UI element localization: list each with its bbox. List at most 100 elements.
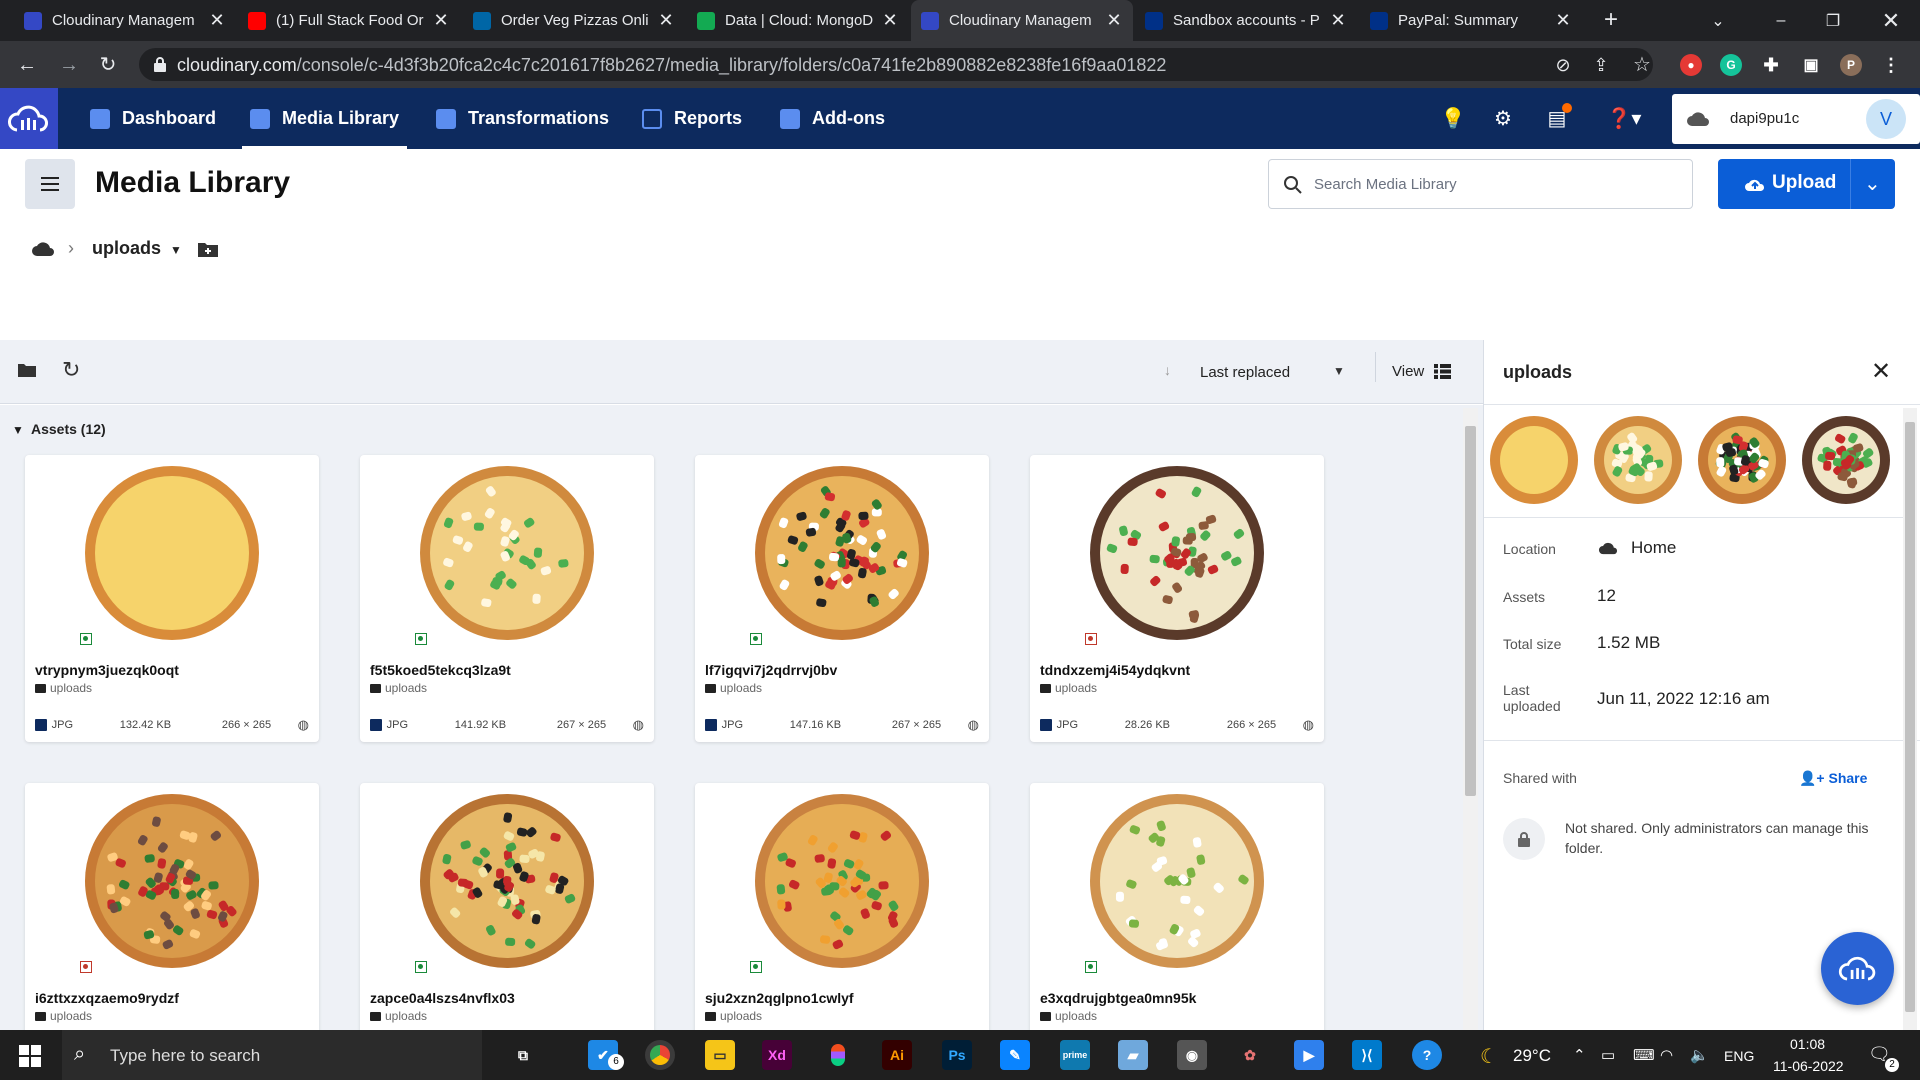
- asset-card[interactable]: zapce0a4lszs4nvflx03 uploads: [360, 783, 654, 1030]
- grid-scrollbar[interactable]: [1463, 408, 1478, 1030]
- feather-app-icon[interactable]: ✎: [1000, 1040, 1030, 1070]
- close-panel-icon[interactable]: ✕: [1871, 357, 1891, 386]
- address-bar[interactable]: cloudinary.com/console/c-4d3f3b20fca2c4c…: [139, 48, 1653, 81]
- close-tab-icon[interactable]: ✕: [208, 10, 226, 31]
- clock-date[interactable]: 11-06-2022: [1773, 1058, 1844, 1074]
- browser-tab[interactable]: Cloudinary Managem ✕: [911, 0, 1133, 41]
- nav-add-ons[interactable]: Add-ons: [780, 88, 885, 149]
- close-tab-icon[interactable]: ✕: [1105, 10, 1123, 31]
- browser-tab[interactable]: Data | Cloud: MongoD ✕: [687, 0, 909, 41]
- asset-name[interactable]: e3xqdrujgbtgea0mn95k: [1040, 990, 1196, 1006]
- asset-folder[interactable]: uploads: [1040, 1009, 1097, 1023]
- location-value[interactable]: Home: [1631, 538, 1676, 558]
- asset-card[interactable]: e3xqdrujgbtgea0mn95k uploads: [1030, 783, 1324, 1030]
- chrome-menu-icon[interactable]: ⋮: [1880, 54, 1902, 76]
- folder-preview-thumbnail[interactable]: [1592, 414, 1684, 509]
- language-indicator[interactable]: ENG: [1724, 1048, 1754, 1064]
- folder-dropdown-icon[interactable]: ▼: [170, 243, 182, 257]
- network-icon[interactable]: ⌨: [1633, 1046, 1655, 1064]
- vscode-icon[interactable]: ⟩⟨: [1352, 1040, 1382, 1070]
- battery-icon[interactable]: ▭: [1601, 1046, 1615, 1064]
- back-icon[interactable]: ←: [13, 51, 41, 79]
- asset-folder[interactable]: uploads: [370, 1009, 427, 1023]
- public-globe-icon[interactable]: ◍: [298, 717, 309, 733]
- cloudinary-logo[interactable]: [0, 88, 58, 149]
- pizza-thumbnail[interactable]: [1077, 463, 1277, 643]
- panel-scrollbar[interactable]: [1903, 408, 1917, 1030]
- windows-start-icon[interactable]: [19, 1045, 41, 1067]
- pizza-thumbnail[interactable]: [407, 791, 607, 971]
- folder-preview-thumbnail[interactable]: [1696, 414, 1788, 509]
- chat-support-button[interactable]: [1821, 932, 1894, 1005]
- home-cloud-icon[interactable]: [31, 240, 55, 257]
- asset-name[interactable]: i6zttxzxqzaemo9rydzf: [35, 990, 179, 1006]
- forward-icon[interactable]: →: [55, 51, 83, 79]
- help-app-icon[interactable]: ?: [1412, 1040, 1442, 1070]
- app-icon-blue[interactable]: ▶: [1294, 1040, 1324, 1070]
- prime-video-icon[interactable]: prime: [1060, 1040, 1090, 1070]
- volume-icon[interactable]: 🔈: [1690, 1046, 1709, 1064]
- camera-icon[interactable]: ◉: [1177, 1040, 1207, 1070]
- asset-card[interactable]: sju2xzn2qglpno1cwlyf uploads: [695, 783, 989, 1030]
- asset-folder[interactable]: uploads: [370, 681, 427, 695]
- maximize-button[interactable]: ❐: [1810, 0, 1856, 41]
- new-folder-icon[interactable]: [197, 240, 219, 258]
- settings-gear-icon[interactable]: ⚙: [1490, 105, 1516, 131]
- pizza-thumbnail[interactable]: [407, 463, 607, 643]
- folder-preview-thumbnail[interactable]: [1488, 414, 1580, 509]
- asset-name[interactable]: vtrypnym3juezqk0oqt: [35, 662, 179, 678]
- asset-folder[interactable]: uploads: [705, 681, 762, 695]
- extensions-puzzle-icon[interactable]: ✚: [1760, 54, 1782, 76]
- close-window-button[interactable]: ✕: [1868, 0, 1914, 41]
- asset-name[interactable]: lf7igqvi7j2qdrrvj0bv: [705, 662, 837, 678]
- help-icon[interactable]: ❓▾: [1604, 105, 1644, 131]
- asset-name[interactable]: tdndxzemj4i54ydqkvnt: [1040, 662, 1190, 678]
- paint-app-icon[interactable]: ✿: [1235, 1040, 1265, 1070]
- close-tab-icon[interactable]: ✕: [1554, 10, 1572, 31]
- collapse-assets-icon[interactable]: ▼: [12, 423, 24, 437]
- photoshop-icon[interactable]: Ps: [942, 1040, 972, 1070]
- file-explorer-icon[interactable]: ▭: [705, 1040, 735, 1070]
- profile-avatar[interactable]: P: [1840, 54, 1862, 76]
- tray-up-icon[interactable]: ⌃: [1573, 1046, 1586, 1064]
- bookmark-star-icon[interactable]: ☆: [1628, 51, 1656, 79]
- browser-tab[interactable]: (1) Full Stack Food Or ✕: [238, 0, 460, 41]
- asset-name[interactable]: f5t5koed5tekcq3lza9t: [370, 662, 511, 678]
- notes-app-icon[interactable]: ▰: [1118, 1040, 1148, 1070]
- close-tab-icon[interactable]: ✕: [657, 10, 675, 31]
- illustrator-icon[interactable]: Ai: [882, 1040, 912, 1070]
- refresh-icon[interactable]: ↻: [62, 357, 80, 383]
- extension-icon-red[interactable]: ●: [1680, 54, 1702, 76]
- asset-name[interactable]: sju2xzn2qglpno1cwlyf: [705, 990, 854, 1006]
- grammarly-icon[interactable]: G: [1720, 54, 1742, 76]
- cloud-account-selector[interactable]: dapi9pu1c V: [1672, 94, 1920, 144]
- clock-time[interactable]: 01:08: [1790, 1036, 1825, 1052]
- breadcrumb-folder[interactable]: uploads: [92, 238, 161, 259]
- wifi-icon[interactable]: ◠: [1660, 1046, 1673, 1064]
- public-globe-icon[interactable]: ◍: [633, 717, 644, 733]
- lightbulb-icon[interactable]: 💡: [1440, 105, 1466, 131]
- task-view-icon[interactable]: ⧉: [508, 1040, 538, 1070]
- pizza-thumbnail[interactable]: [72, 463, 272, 643]
- tab-search-icon[interactable]: ⌄: [1695, 0, 1741, 41]
- pizza-thumbnail[interactable]: [72, 791, 272, 971]
- asset-folder[interactable]: uploads: [35, 1009, 92, 1023]
- list-view-icon[interactable]: [1434, 364, 1451, 379]
- figma-icon[interactable]: [823, 1040, 853, 1070]
- search-input[interactable]: Search Media Library: [1268, 159, 1693, 209]
- eye-off-icon[interactable]: ⊘: [1549, 51, 1577, 79]
- nav-reports[interactable]: Reports: [642, 88, 742, 149]
- sort-dropdown-icon[interactable]: ▼: [1333, 364, 1345, 378]
- close-tab-icon[interactable]: ✕: [1329, 10, 1347, 31]
- asset-card[interactable]: vtrypnym3juezqk0oqt uploads JPG 132.42 KB 26…: [25, 455, 319, 742]
- asset-card[interactable]: f5t5koed5tekcq3lza9t uploads JPG 141.92 KB 2…: [360, 455, 654, 742]
- chrome-taskbar-icon[interactable]: [645, 1040, 675, 1070]
- assets-section-label[interactable]: Assets (12): [31, 421, 106, 437]
- asset-card[interactable]: i6zttxzxqzaemo9rydzf uploads: [25, 783, 319, 1030]
- asset-folder[interactable]: uploads: [35, 681, 92, 695]
- pizza-thumbnail[interactable]: [742, 791, 942, 971]
- adobe-xd-icon[interactable]: Xd: [762, 1040, 792, 1070]
- view-label[interactable]: View: [1392, 363, 1424, 380]
- nav-transformations[interactable]: Transformations: [436, 88, 609, 149]
- share-icon[interactable]: ⇪: [1587, 51, 1615, 79]
